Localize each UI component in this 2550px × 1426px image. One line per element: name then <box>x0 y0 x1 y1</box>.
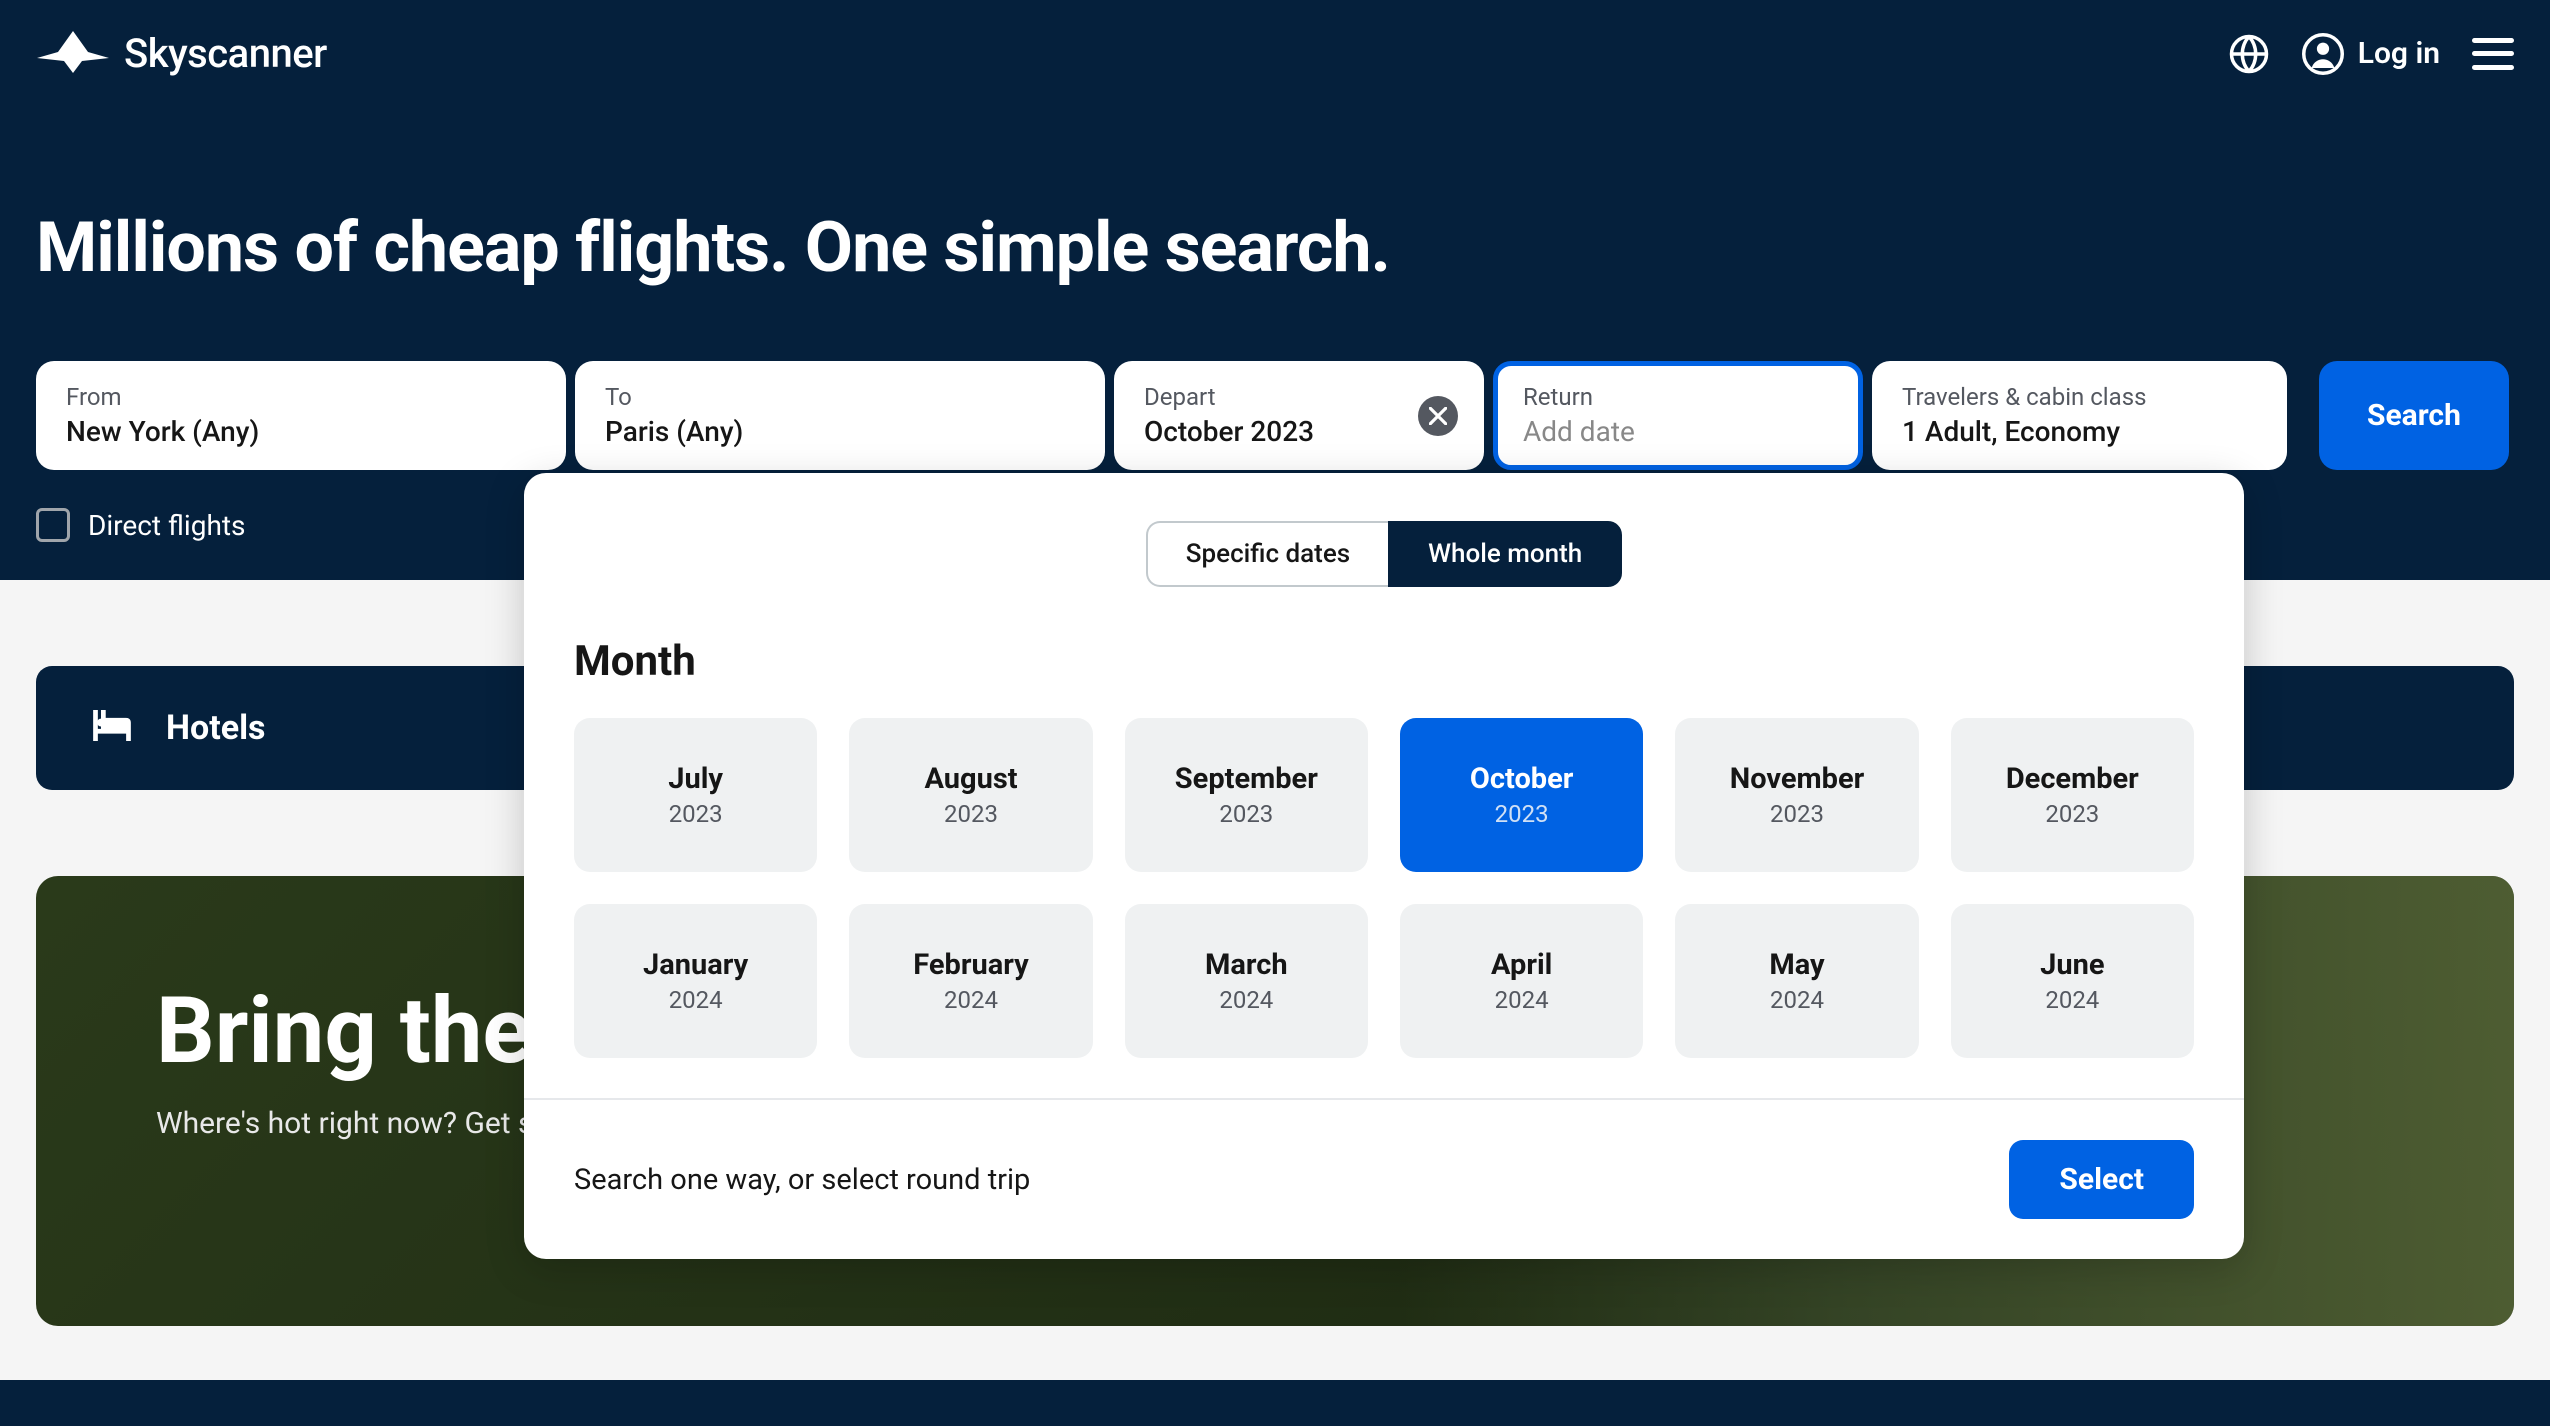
month-year: 2023 <box>1219 800 1273 828</box>
search-bar: From New York (Any) To Paris (Any) Depar… <box>0 361 2550 470</box>
tab-whole-month[interactable]: Whole month <box>1388 521 1622 587</box>
brand-name: Skyscanner <box>124 30 327 77</box>
month-card-october-2023[interactable]: October 2023 <box>1400 718 1643 872</box>
skyscanner-icon <box>36 31 110 77</box>
date-mode-tabs: Specific dates Whole month <box>524 473 2244 617</box>
month-year: 2023 <box>1495 800 1549 828</box>
month-section: Month July2023August2023September2023Oct… <box>524 617 2244 1098</box>
footer-text: Search one way, or select round trip <box>574 1163 1030 1197</box>
to-label: To <box>605 383 1075 411</box>
depart-value: October 2023 <box>1144 415 1454 448</box>
to-field[interactable]: To Paris (Any) <box>575 361 1105 470</box>
search-button[interactable]: Search <box>2319 361 2509 470</box>
tab-specific-dates[interactable]: Specific dates <box>1146 521 1388 587</box>
clear-depart-button[interactable] <box>1418 396 1458 436</box>
close-icon <box>1429 407 1447 425</box>
return-field[interactable]: Return Add date <box>1493 361 1863 470</box>
month-card-september-2023[interactable]: September 2023 <box>1125 718 1368 872</box>
month-card-november-2023[interactable]: November 2023 <box>1675 718 1918 872</box>
month-year: 2023 <box>669 800 723 828</box>
globe-icon[interactable] <box>2228 33 2270 75</box>
month-card-june-2024[interactable]: June 2024 <box>1951 904 2194 1058</box>
month-card-march-2024[interactable]: March 2024 <box>1125 904 1368 1058</box>
month-year: 2024 <box>1770 986 1824 1014</box>
month-name: December <box>2006 762 2139 796</box>
month-name: April <box>1491 948 1552 982</box>
date-picker-popup: Specific dates Whole month Month July 202… <box>524 473 2244 1259</box>
from-label: From <box>66 383 536 411</box>
months-grid: July 2023 August 2023 September 2023 October 20… <box>574 718 2194 1058</box>
month-year: 2024 <box>1219 986 1273 1014</box>
month-name: June <box>2040 948 2104 982</box>
month-card-april-2024[interactable]: April 2024 <box>1400 904 1643 1058</box>
depart-field[interactable]: Depart October 2023 <box>1114 361 1484 470</box>
month-card-december-2023[interactable]: December 2023 <box>1951 718 2194 872</box>
month-card-may-2024[interactable]: May 2024 <box>1675 904 1918 1058</box>
menu-icon[interactable] <box>2472 38 2514 70</box>
month-card-february-2024[interactable]: February 2024 <box>849 904 1092 1058</box>
month-year: 2023 <box>944 800 998 828</box>
month-year: 2024 <box>1495 986 1549 1014</box>
month-name: November <box>1730 762 1865 796</box>
login-button[interactable]: Log in <box>2302 33 2440 75</box>
month-year: 2023 <box>1770 800 1824 828</box>
month-card-july-2023[interactable]: July 2023 <box>574 718 817 872</box>
month-card-august-2023[interactable]: August 2023 <box>849 718 1092 872</box>
month-year: 2024 <box>2045 986 2099 1014</box>
month-year: 2023 <box>2045 800 2099 828</box>
return-label: Return <box>1523 383 1833 411</box>
direct-flights-checkbox[interactable] <box>36 508 70 542</box>
travelers-label: Travelers & cabin class <box>1902 383 2257 411</box>
from-field[interactable]: From New York (Any) <box>36 361 566 470</box>
travelers-value: 1 Adult, Economy <box>1902 415 2257 448</box>
month-name: September <box>1175 762 1318 796</box>
month-name: March <box>1205 948 1288 982</box>
user-icon <box>2302 33 2344 75</box>
month-name: August <box>924 762 1017 796</box>
month-year: 2024 <box>944 986 998 1014</box>
month-name: May <box>1769 948 1824 982</box>
login-label: Log in <box>2358 36 2440 71</box>
hotels-label: Hotels <box>166 708 266 748</box>
travelers-field[interactable]: Travelers & cabin class 1 Adult, Economy <box>1872 361 2287 470</box>
popup-footer: Search one way, or select round trip Sel… <box>524 1098 2244 1259</box>
depart-label: Depart <box>1144 383 1454 411</box>
month-name: October <box>1470 762 1574 796</box>
header: Skyscanner Log in <box>0 0 2550 107</box>
to-value: Paris (Any) <box>605 415 1075 448</box>
bed-icon <box>90 710 134 746</box>
return-placeholder: Add date <box>1523 415 1833 448</box>
month-name: February <box>913 948 1028 982</box>
from-value: New York (Any) <box>66 415 536 448</box>
header-actions: Log in <box>2228 33 2514 75</box>
hero: Millions of cheap flights. One simple se… <box>0 107 2550 329</box>
select-button[interactable]: Select <box>2009 1140 2194 1219</box>
month-section-title: Month <box>574 637 2194 686</box>
month-card-january-2024[interactable]: January 2024 <box>574 904 817 1058</box>
month-year: 2024 <box>669 986 723 1014</box>
direct-flights-label: Direct flights <box>88 509 246 542</box>
logo[interactable]: Skyscanner <box>36 30 327 77</box>
hero-title: Millions of cheap flights. One simple se… <box>36 207 2514 289</box>
month-name: January <box>643 948 748 982</box>
month-name: July <box>668 762 723 796</box>
